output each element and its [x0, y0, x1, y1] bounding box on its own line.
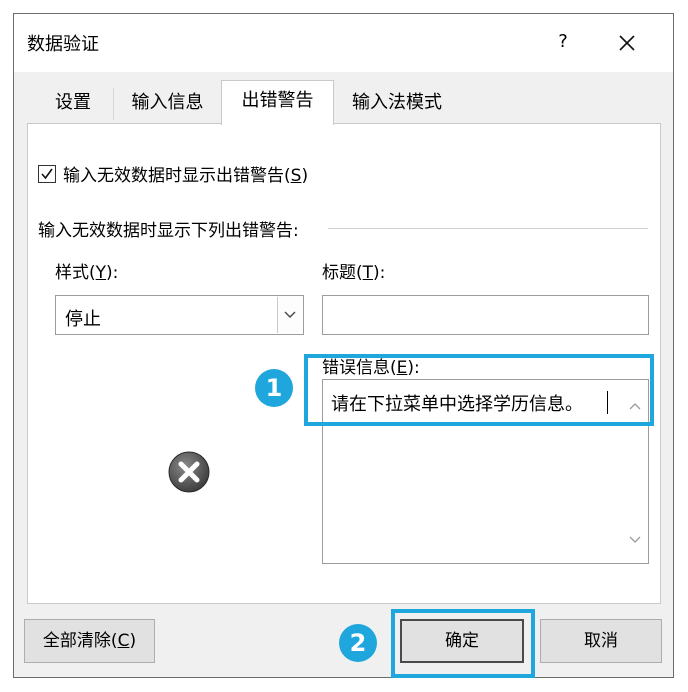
show-alert-checkbox-row[interactable]: 输入无效数据时显示出错警告(S) [38, 161, 308, 186]
style-select[interactable]: 停止 [55, 295, 304, 335]
title-bar: 数据验证 ? [14, 14, 673, 72]
cancel-button[interactable]: 取消 [540, 619, 662, 663]
show-alert-label: 输入无效数据时显示出错警告(S) [63, 166, 309, 186]
ok-button[interactable]: 确定 [400, 619, 524, 663]
data-validation-dialog: 数据验证 ? 设置 输入信息 出错警告 输入法模式 输入无效数据时显示出错警告(… [13, 13, 674, 678]
style-label: 样式(Y): [55, 263, 119, 283]
scroll-down-icon[interactable] [627, 533, 643, 547]
group-divider [328, 228, 648, 229]
style-select-value: 停止 [65, 309, 101, 330]
error-message-label: 错误信息(E): [322, 358, 420, 378]
help-button[interactable]: ? [551, 28, 575, 56]
show-alert-checkbox[interactable] [38, 164, 56, 183]
group-title: 输入无效数据时显示下列出错警告: [38, 216, 307, 241]
error-message-text: 请在下拉菜单中选择学历信息。 [331, 394, 583, 415]
error-message-textarea[interactable]: 请在下拉菜单中选择学历信息。 [322, 379, 649, 564]
title-label: 标题(T): [322, 263, 386, 283]
tab-ime-mode[interactable]: 输入法模式 [334, 83, 460, 123]
close-icon [619, 35, 635, 51]
error-alert-panel: 输入无效数据时显示出错警告(S) 输入无效数据时显示下列出错警告: 样式(Y):… [27, 123, 661, 604]
tab-error-alert[interactable]: 出错警告 [221, 80, 334, 125]
dialog-title: 数据验证 [27, 34, 99, 55]
callout-badge-2: 2 [339, 624, 377, 662]
scroll-up-icon[interactable] [627, 399, 643, 413]
close-button[interactable] [612, 28, 642, 58]
clear-all-button[interactable]: 全部清除(C) [24, 619, 155, 663]
tab-input-message[interactable]: 输入信息 [114, 83, 221, 123]
checkmark-icon [41, 168, 53, 179]
error-x-icon [168, 451, 210, 493]
vertical-scrollbar[interactable] [623, 381, 647, 562]
chevron-down-icon[interactable] [277, 297, 302, 333]
tab-settings[interactable]: 设置 [33, 83, 113, 123]
text-caret [607, 391, 608, 414]
callout-badge-1: 1 [255, 369, 293, 407]
title-input[interactable] [322, 295, 649, 335]
